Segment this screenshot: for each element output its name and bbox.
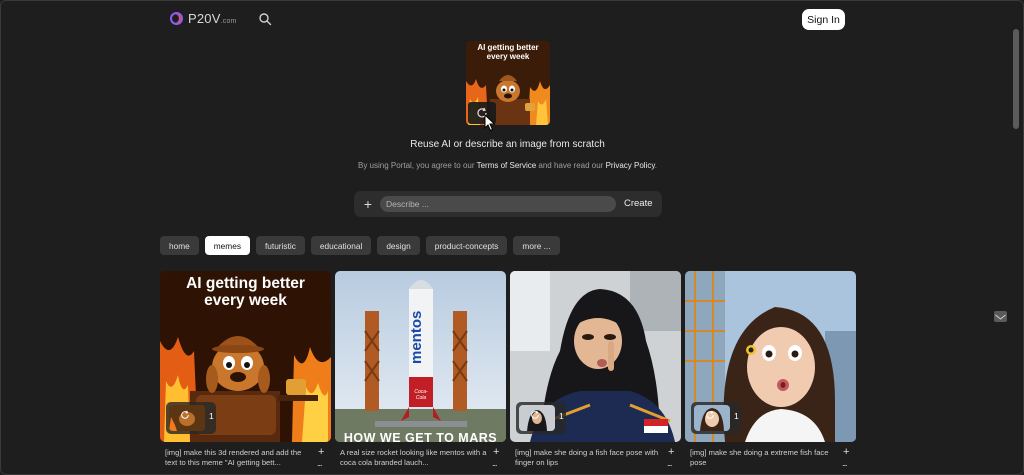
card-more-button[interactable]: ... [842, 458, 847, 468]
mouse-cursor-icon [484, 113, 496, 132]
rocket-logo-text: Coca-Cola [414, 389, 428, 401]
card-add-button[interactable]: + [668, 446, 674, 458]
hero-image-caption: AI getting better every week [477, 43, 539, 61]
reference-count: 1 [209, 411, 214, 421]
card-caption: [img] make she doing a fish face pose wi… [515, 448, 659, 467]
scrollbar-thumb[interactable] [1013, 29, 1019, 129]
describe-input[interactable] [380, 196, 616, 212]
brand-suffix: .com [220, 18, 237, 25]
card-image-caption: HOW WE GET TO MARS [343, 431, 498, 442]
mail-icon[interactable] [994, 311, 1007, 322]
legal-middle: and have read our [536, 161, 606, 170]
category-tags: home memes futuristic educational design… [160, 236, 560, 255]
browser-frame: P20V.com Sign In AI getting better every… [0, 0, 1024, 475]
card-add-button[interactable]: + [843, 446, 849, 458]
card-caption: [img] make this 3d rendered and add the … [165, 448, 302, 467]
reference-chip[interactable]: 1 [516, 402, 566, 434]
card-image[interactable]: 1 [685, 271, 856, 442]
tag-more[interactable]: more ... [513, 236, 560, 255]
rocket-brand-text: mentos [408, 310, 425, 364]
card-image-caption: AI getting better every week [186, 275, 305, 309]
card-caption: [img] make she doing a extreme fish face… [690, 448, 829, 467]
gallery-card: 1 [img] make she doing a extreme fish fa… [685, 271, 856, 468]
card-more-button[interactable]: ... [492, 458, 497, 468]
refresh-icon [531, 410, 539, 419]
tag-design[interactable]: design [377, 236, 420, 255]
reference-count: 1 [734, 411, 739, 421]
card-image[interactable]: AI getting better every week 1 [160, 271, 331, 442]
card-caption: A real size rocket looking like mentos w… [340, 448, 487, 467]
create-button[interactable]: Create [624, 196, 653, 212]
card-more-button[interactable]: ... [317, 458, 322, 468]
legal-suffix: . [654, 161, 657, 170]
prompt-bar: + Create [354, 191, 662, 217]
card-more-button[interactable]: ... [667, 458, 672, 468]
reference-chip[interactable]: 1 [166, 402, 216, 434]
logo-icon [170, 12, 183, 25]
card-add-button[interactable]: + [318, 446, 324, 458]
tag-memes[interactable]: memes [204, 236, 250, 255]
tag-futuristic[interactable]: futuristic [255, 236, 305, 255]
legal-notice: By using Portal, you agree to our Terms … [1, 161, 1014, 170]
add-attachment-button[interactable]: + [362, 196, 374, 212]
card-image[interactable]: 1 [510, 271, 681, 442]
reference-count: 1 [559, 411, 564, 421]
gallery-card: AI getting better every week 1 [img] mak… [160, 271, 331, 468]
brand-logo[interactable]: P20V.com [170, 11, 237, 26]
reference-chip[interactable]: 1 [691, 402, 741, 434]
search-icon[interactable] [258, 12, 272, 26]
refresh-icon [181, 410, 189, 419]
gallery-card: 1 [img] make she doing a fish face pose … [510, 271, 681, 468]
card-add-button[interactable]: + [493, 446, 499, 458]
legal-prefix: By using Portal, you agree to our [358, 161, 477, 170]
tag-educational[interactable]: educational [310, 236, 372, 255]
brand-name: P20V.com [188, 11, 237, 26]
gallery-card: mentos Coca-Cola HOW WE GET TO MARS A re… [335, 271, 506, 468]
terms-of-service-link[interactable]: Terms of Service [477, 161, 537, 170]
card-image[interactable]: mentos Coca-Cola HOW WE GET TO MARS [335, 271, 506, 442]
tag-home[interactable]: home [160, 236, 199, 255]
refresh-icon [706, 410, 714, 419]
hero-title: Reuse AI or describe an image from scrat… [410, 139, 605, 150]
sign-in-button[interactable]: Sign In [802, 9, 845, 30]
brand-text: P20V [188, 11, 221, 26]
tag-product-concepts[interactable]: product-concepts [425, 236, 508, 255]
privacy-policy-link[interactable]: Privacy Policy [606, 161, 655, 170]
